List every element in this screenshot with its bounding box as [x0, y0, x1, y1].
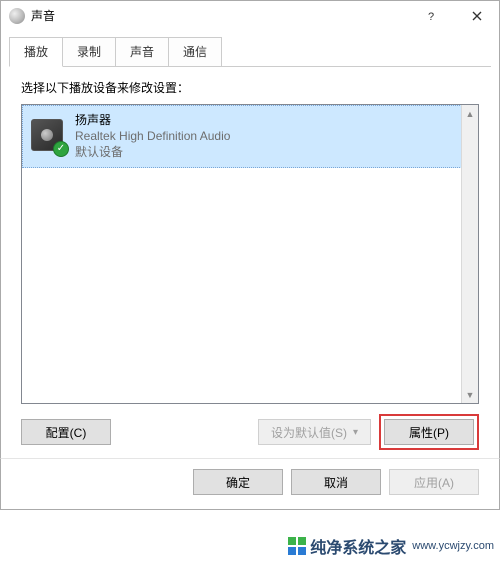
sound-app-icon — [9, 8, 25, 24]
action-row: 配置(C) 设为默认值(S) ▾ 属性(P) — [21, 414, 479, 450]
cancel-button[interactable]: 取消 — [291, 469, 381, 495]
button-label: 设为默认值(S) — [271, 424, 347, 441]
watermark-logo-icon — [288, 537, 306, 555]
tab-content: 选择以下播放设备来修改设置： ✓ 扬声器 Realtek High Defini… — [0, 67, 500, 458]
window-controls: ? — [409, 1, 499, 30]
device-icon-wrap: ✓ — [31, 119, 65, 153]
device-driver: Realtek High Definition Audio — [75, 128, 230, 144]
device-status: 默认设备 — [75, 144, 230, 160]
tab-playback[interactable]: 播放 — [9, 37, 63, 67]
watermark-url: www.ycwjzy.com — [412, 540, 494, 552]
watermark-brand: 纯净系统之家 — [310, 534, 406, 558]
button-label: 属性(P) — [409, 424, 449, 441]
device-item-speakers[interactable]: ✓ 扬声器 Realtek High Definition Audio 默认设备 — [22, 105, 478, 168]
scroll-up-icon[interactable]: ▲ — [462, 105, 478, 122]
button-label: 配置(C) — [46, 424, 87, 441]
highlight-annotation: 属性(P) — [379, 414, 479, 450]
tab-label: 录制 — [77, 45, 101, 59]
tab-label: 声音 — [130, 45, 154, 59]
button-label: 应用(A) — [414, 474, 454, 491]
instruction-text: 选择以下播放设备来修改设置： — [21, 79, 479, 96]
tab-communications[interactable]: 通信 — [168, 37, 222, 66]
button-label: 取消 — [324, 474, 348, 491]
scroll-down-icon[interactable]: ▼ — [462, 386, 478, 403]
window-title: 声音 — [31, 7, 55, 24]
tab-recording[interactable]: 录制 — [62, 37, 116, 66]
configure-button[interactable]: 配置(C) — [21, 419, 111, 445]
set-default-button[interactable]: 设为默认值(S) ▾ — [258, 419, 371, 445]
device-text: 扬声器 Realtek High Definition Audio 默认设备 — [75, 112, 230, 161]
svg-text:?: ? — [428, 11, 434, 22]
watermark: 纯净系统之家 www.ycwjzy.com — [288, 534, 494, 558]
properties-button[interactable]: 属性(P) — [384, 419, 474, 445]
scrollbar[interactable]: ▲ ▼ — [461, 105, 478, 403]
device-listbox[interactable]: ✓ 扬声器 Realtek High Definition Audio 默认设备… — [21, 104, 479, 404]
device-name: 扬声器 — [75, 112, 230, 128]
titlebar: 声音 ? — [0, 0, 500, 30]
chevron-down-icon: ▾ — [353, 427, 358, 438]
tab-label: 通信 — [183, 45, 207, 59]
default-check-icon: ✓ — [53, 141, 69, 157]
button-label: 确定 — [226, 474, 250, 491]
ok-button[interactable]: 确定 — [193, 469, 283, 495]
tab-sounds[interactable]: 声音 — [115, 37, 169, 66]
dialog-button-row: 确定 取消 应用(A) — [0, 458, 500, 510]
apply-button[interactable]: 应用(A) — [389, 469, 479, 495]
close-button[interactable] — [454, 1, 499, 30]
tab-strip: 播放 录制 声音 通信 — [0, 30, 500, 67]
help-button[interactable]: ? — [409, 1, 454, 30]
tab-label: 播放 — [24, 45, 48, 59]
